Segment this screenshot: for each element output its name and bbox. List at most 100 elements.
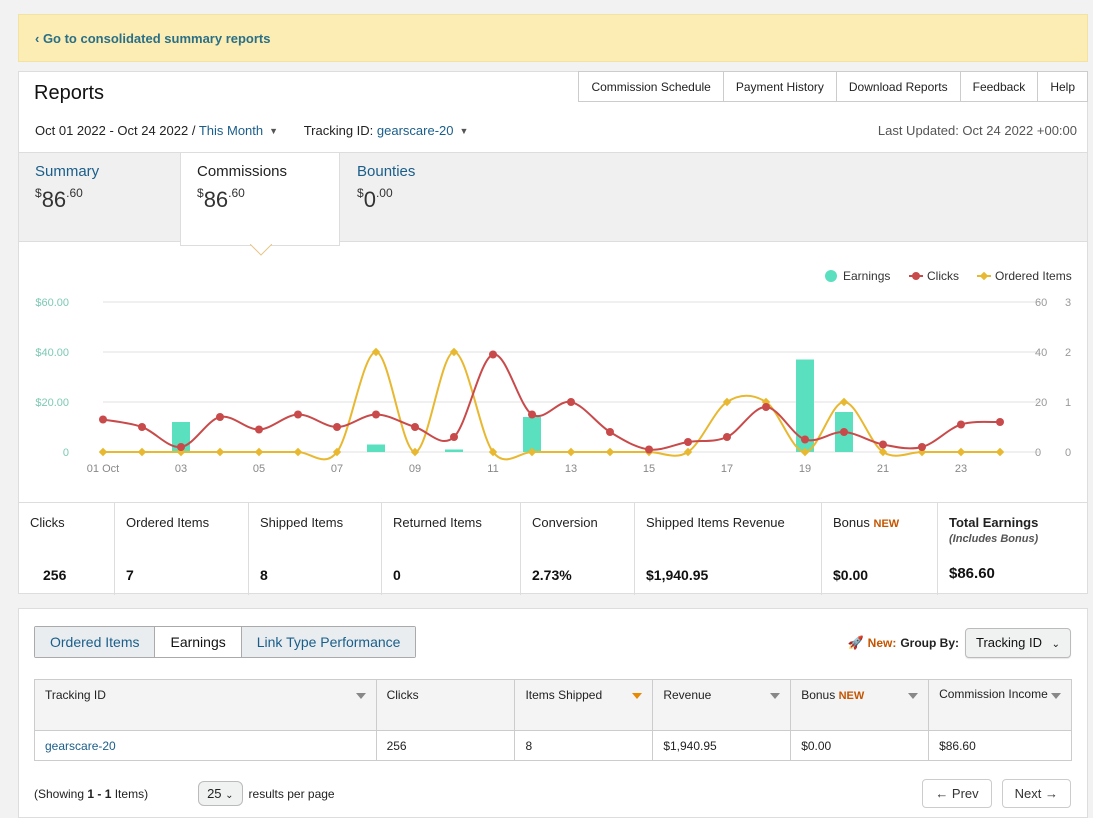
x-tick: 11 [487,463,498,475]
table-footer: (Showing 1 - 1 Items) 25 ⌄ results per p… [34,781,335,806]
x-tick: 17 [721,463,733,475]
x-tick: 09 [409,463,421,475]
ordered-items-point [995,447,1005,457]
stat-clicks: Clicks 256 [19,503,115,595]
new-badge: NEW [873,518,900,530]
tab-commissions-label: Commissions [197,163,288,180]
tab-link-type-performance[interactable]: Link Type Performance [241,627,416,657]
summary-tabs: Summary $86.60 Commissions $86.60 Bounti… [19,152,1087,246]
y-items-tick: 0 [1065,447,1071,459]
sort-icon[interactable] [355,693,366,699]
clicks-point [762,403,770,411]
clicks-point [645,445,653,454]
clicks-point [606,428,614,436]
clicks-point [996,418,1004,426]
clicks-point [138,423,146,431]
x-tick: 05 [253,463,265,475]
col-items-shipped[interactable]: Items Shipped [514,679,654,731]
col-commission-income[interactable]: Commission Income [928,679,1072,731]
ordered-items-line [103,350,1000,461]
date-preset-dropdown[interactable]: This Month ▼ [199,123,278,138]
y-left-tick: $20.00 [35,397,69,409]
stat-shipped-revenue: Shipped Items Revenue $1,940.95 [635,503,822,595]
top-nav: Commission Schedule Payment History Down… [578,71,1088,102]
x-tick: 23 [955,463,967,475]
last-updated: Last Updated: Oct 24 2022 +00:00 [877,123,1077,138]
reports-card: Reports Commission Schedule Payment Hist… [18,71,1088,595]
clicks-point [567,398,575,406]
ordered-items-point [839,397,849,407]
sort-icon[interactable] [770,693,781,699]
consolidated-reports-link[interactable]: ‹ Go to consolidated summary reports [35,31,271,46]
legend-label: Ordered Items [995,269,1072,283]
tab-earnings[interactable]: Earnings [155,627,242,657]
chevron-down-icon: ⌄ [225,790,234,801]
y-left-tick: 0 [63,447,69,459]
col-revenue[interactable]: Revenue [652,679,792,731]
clicks-point [723,433,731,441]
tab-summary[interactable]: Summary $86.60 [19,153,179,243]
nav-payment-history[interactable]: Payment History [723,71,837,102]
col-tracking-id[interactable]: Tracking ID [34,679,377,731]
clicks-point [840,428,848,436]
date-range: Oct 01 2022 - Oct 24 2022 / [35,123,196,138]
commissions-amount: $86.60 [197,186,245,212]
stats-row: Clicks 256 Ordered Items 7 Shipped Items 8 … [19,502,1087,595]
cell-tracking-id[interactable]: gearscare-20 [34,730,377,761]
next-button[interactable]: Next → [1001,779,1071,808]
y-left-tick: $60.00 [35,297,69,309]
clicks-point [99,415,107,424]
earnings-table: Tracking ID Clicks Items Shipped Revenue… [34,679,1072,761]
tab-commissions[interactable]: Commissions $86.60 [180,153,340,246]
prev-button[interactable]: ← Prev [922,779,992,808]
tab-bounties-label: Bounties [357,163,416,180]
per-page-select[interactable]: 25 ⌄ [198,781,243,806]
sort-active-icon[interactable] [632,693,643,699]
tab-bounties[interactable]: Bounties $0.00 [341,153,501,243]
ordered-items-point [254,447,264,457]
date-filter-bar: Oct 01 2022 - Oct 24 2022 / This Month ▼ … [35,123,468,138]
x-tick: 21 [877,463,889,475]
clicks-point [333,423,341,431]
ordered-items-point [566,447,576,457]
nav-feedback[interactable]: Feedback [960,71,1039,102]
x-tick: 15 [643,463,655,475]
pager: ← Prev Next → [922,779,1071,808]
y-clicks-tick: 0 [1035,447,1041,459]
earnings-bar [367,444,385,452]
cell-items-shipped: 8 [514,730,654,761]
clicks-point [372,410,380,419]
ordered-items-point [98,447,108,457]
earnings-chart: Earnings Clicks Ordered Items $60.00 60 3 $40… [35,269,1072,475]
col-clicks[interactable]: Clicks [375,679,516,731]
group-by-select[interactable]: Tracking ID ⌄ [965,628,1071,658]
tracking-id-dropdown[interactable]: gearscare-20 ▼ [377,123,469,138]
y-items-tick: 3 [1065,297,1071,309]
legend-label: Earnings [843,269,890,283]
ordered-items-point [293,447,303,457]
stat-conversion: Conversion 2.73% [521,503,635,595]
group-by: 🚀 New: Group By: Tracking ID ⌄ [847,628,1071,658]
earnings-bar [523,417,541,452]
sort-icon[interactable] [1051,693,1061,699]
stat-bonus: Bonus NEW $0.00 [822,503,938,595]
chevron-down-icon: ▼ [269,126,279,136]
table-row: gearscare-20 256 8 $1,940.95 $0.00 $86.6… [34,730,1072,761]
page-title: Reports [34,82,105,104]
clicks-point [879,440,887,449]
nav-help[interactable]: Help [1038,71,1088,102]
clicks-point [489,350,497,359]
cell-bonus: $0.00 [790,730,930,761]
x-tick: 13 [565,463,577,475]
clicks-point [957,420,965,429]
clicks-point [411,423,419,431]
sort-icon[interactable] [908,693,919,699]
report-tabs: Ordered Items Earnings Link Type Perform… [34,626,417,658]
nav-download-reports[interactable]: Download Reports [836,71,961,102]
nav-commission-schedule[interactable]: Commission Schedule [578,71,724,102]
y-clicks-tick: 60 [1035,297,1047,309]
col-bonus[interactable]: Bonus NEW [790,679,930,731]
ordered-items-point [215,447,225,457]
tab-ordered-items[interactable]: Ordered Items [35,627,156,657]
date-preset-label: This Month [198,123,264,138]
